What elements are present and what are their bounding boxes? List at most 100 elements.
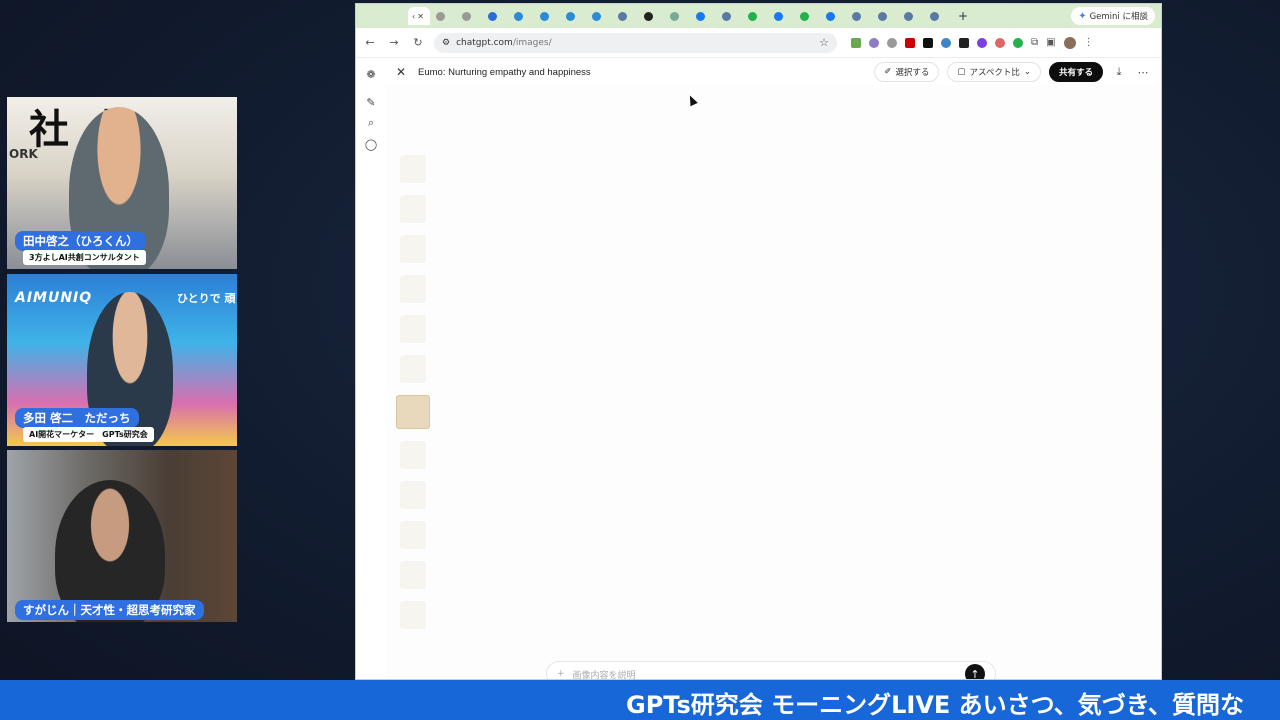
favicon-icon	[592, 11, 601, 21]
wordpress-icon	[904, 11, 913, 21]
extension-icon[interactable]	[851, 37, 861, 48]
participant-title: 3方よしAI共創コンサルタント	[23, 250, 146, 265]
edit-icon[interactable]: ✎	[364, 95, 378, 109]
background-logo-text: AIMUNIQ	[15, 290, 93, 306]
thumbnail[interactable]	[400, 355, 426, 383]
favicon-icon	[514, 11, 523, 21]
extension-icon[interactable]	[959, 37, 969, 48]
search-icon[interactable]: ⌕	[364, 116, 378, 130]
thumbnail[interactable]	[400, 441, 426, 469]
browser-toolbar: ← → ↻ ⚙ chatgpt.com/images/ ☆ ⧉ ▣ ⋮	[356, 28, 1161, 58]
wordpress-icon	[618, 11, 627, 21]
extension-icon[interactable]	[941, 37, 951, 48]
favicon-icon	[540, 11, 549, 21]
thumbnail[interactable]	[400, 561, 426, 589]
tab[interactable]	[876, 7, 898, 25]
thumbnail[interactable]	[400, 275, 426, 303]
thumbnail[interactable]	[400, 195, 426, 223]
chat-icon[interactable]: ◯	[364, 137, 378, 151]
tab[interactable]	[902, 7, 924, 25]
participant-title: AI開花マーケター GPTs研究会	[23, 427, 154, 442]
thumbnail[interactable]	[400, 481, 426, 509]
tab[interactable]	[590, 7, 612, 25]
extension-icon[interactable]	[905, 37, 915, 48]
tab[interactable]	[772, 7, 794, 25]
extension-icon[interactable]	[977, 37, 987, 48]
github-icon	[644, 11, 653, 21]
reload-icon[interactable]: ↻	[410, 36, 426, 49]
thumbnail[interactable]	[400, 315, 426, 343]
thumbnail[interactable]	[400, 601, 426, 629]
wordpress-icon	[878, 11, 887, 21]
tab[interactable]	[746, 7, 768, 25]
tab[interactable]	[564, 7, 586, 25]
openai-logo-icon[interactable]: ❁	[364, 67, 378, 81]
tab[interactable]	[720, 7, 742, 25]
close-icon[interactable]: ✕	[396, 65, 412, 79]
tab[interactable]	[616, 7, 638, 25]
notion-icon[interactable]	[923, 37, 933, 48]
tab[interactable]	[668, 7, 690, 25]
site-settings-icon[interactable]: ⚙	[442, 38, 450, 48]
share-button[interactable]: 共有する	[1048, 62, 1103, 82]
wordpress-icon	[852, 11, 861, 21]
participant-video-1: 社 人 ORK 田中啓之（ひろくん） 3方よしAI共創コンサルタント	[7, 97, 237, 269]
tab-active[interactable]: ‹ ✕	[408, 7, 430, 25]
gemini-label: Gemini に相談	[1089, 12, 1148, 22]
thumbnail-selected[interactable]	[396, 395, 430, 429]
sidepanel-icon[interactable]: ▣	[1046, 37, 1055, 48]
tab[interactable]	[486, 7, 508, 25]
tab[interactable]	[460, 7, 482, 25]
send-icon[interactable]: ↑	[965, 664, 985, 679]
select-label: 選択する	[895, 68, 930, 78]
brush-icon: ✐	[884, 67, 892, 77]
thumbnail[interactable]	[400, 235, 426, 263]
favicon-icon	[748, 11, 757, 21]
tab[interactable]	[798, 7, 820, 25]
back-icon[interactable]: ←	[362, 36, 378, 49]
gemini-button[interactable]: ✦ Gemini に相談	[1071, 7, 1155, 25]
tab[interactable]	[642, 7, 664, 25]
tab[interactable]	[538, 7, 560, 25]
tab[interactable]	[928, 7, 950, 25]
extension-icon[interactable]	[869, 37, 879, 48]
favicon-icon	[566, 11, 575, 21]
address-bar[interactable]: ⚙ chatgpt.com/images/ ☆	[434, 32, 837, 53]
facebook-icon	[826, 11, 835, 21]
extension-icon[interactable]	[995, 37, 1005, 48]
download-icon[interactable]: ⤓	[1111, 65, 1127, 79]
aspect-ratio-button[interactable]: ▢ アスペクト比 ⌄	[947, 62, 1041, 82]
prompt-input[interactable]: + 画像内容を説明 ↑	[546, 661, 996, 679]
extension-icon[interactable]	[1013, 37, 1023, 48]
tab[interactable]	[850, 7, 872, 25]
plus-icon[interactable]: +	[557, 669, 565, 679]
background-banner-text: ひとりで 頑	[177, 292, 236, 305]
profile-avatar[interactable]	[1063, 36, 1076, 49]
image-canvas: + 画像内容を説明 ↑	[386, 85, 1161, 679]
bottom-ticker: GPTs研究会 モーニングLIVE あいさつ、気づき、質問な	[0, 680, 1280, 720]
thumbnail[interactable]	[400, 521, 426, 549]
forward-icon[interactable]: →	[386, 36, 402, 49]
more-icon[interactable]: ⋯	[1135, 66, 1151, 79]
participant-video-2: AIMUNIQ ひとりで 頑 多田 啓二 ただっち AI開花マーケター GPTs…	[7, 274, 237, 446]
ticker-text: GPTs研究会 モーニングLIVE あいさつ、気づき、質問な	[626, 691, 1245, 719]
menu-kebab-icon[interactable]: ⋮	[1084, 37, 1094, 48]
star-icon[interactable]: ☆	[819, 36, 829, 49]
favicon-icon	[462, 11, 471, 21]
favicon-icon	[436, 11, 445, 21]
puzzle-icon[interactable]: ⧉	[1031, 37, 1038, 48]
tab[interactable]	[824, 7, 846, 25]
favicon-icon	[800, 11, 809, 21]
tab[interactable]	[694, 7, 716, 25]
select-button[interactable]: ✐ 選択する	[874, 62, 940, 82]
tab[interactable]	[512, 7, 534, 25]
camera-icon[interactable]	[887, 37, 897, 48]
url-host: chatgpt.com	[456, 37, 513, 48]
thumbnail[interactable]	[400, 155, 426, 183]
participant-name: すがじん｜天才性・超思考研究家	[15, 600, 204, 620]
background-small-text: ORK	[9, 147, 38, 161]
close-icon[interactable]: ✕	[417, 12, 424, 21]
participant-name: 田中啓之（ひろくん）	[15, 231, 146, 251]
tab[interactable]	[434, 7, 456, 25]
new-tab-button[interactable]: +	[958, 9, 968, 23]
